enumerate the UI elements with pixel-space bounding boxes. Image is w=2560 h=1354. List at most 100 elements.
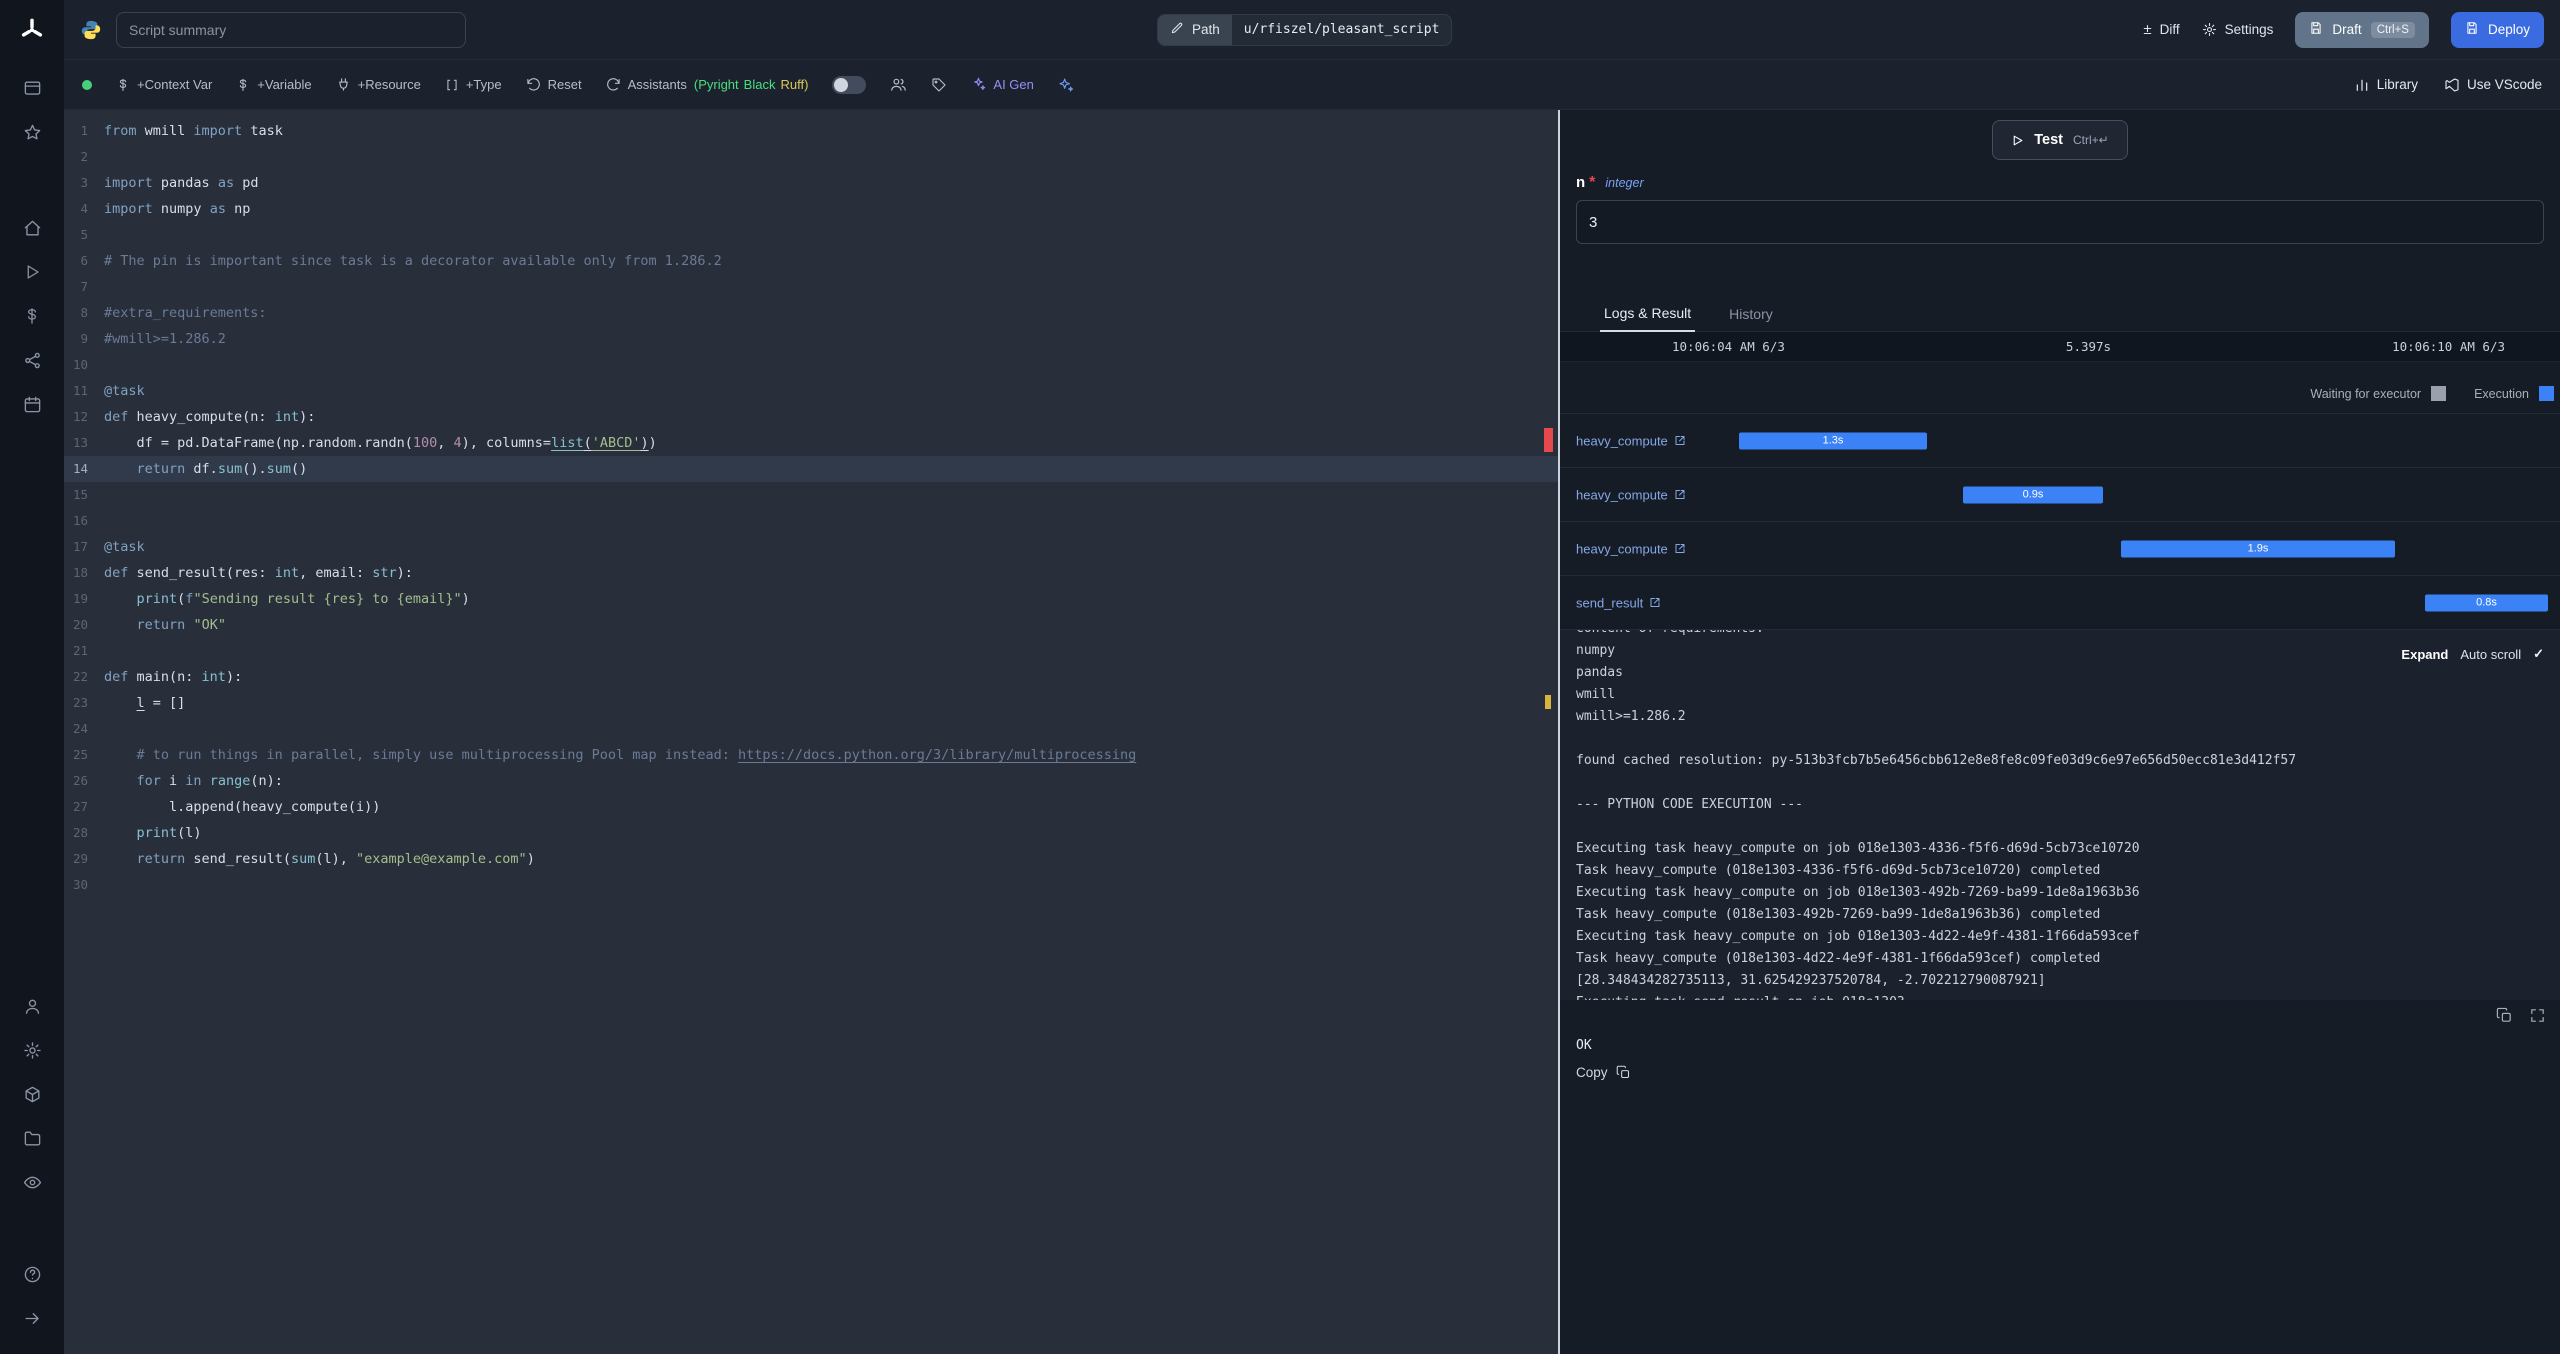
user-icon[interactable] [10, 984, 54, 1028]
code-editor[interactable]: 1 from wmill import task 2 3 import pandas a… [64, 110, 1558, 1354]
line-number: 29 [72, 851, 88, 866]
tab-history[interactable]: History [1725, 306, 1777, 331]
code-line[interactable]: 16 [64, 508, 1558, 534]
code-line[interactable]: 26 for i in range(n): [64, 768, 1558, 794]
code-line[interactable]: 4 import numpy as np [64, 196, 1558, 222]
settings-button[interactable]: Settings [2202, 22, 2273, 37]
task-link[interactable]: heavy_compute [1576, 541, 1686, 556]
code-line[interactable]: 18 def send_result(res: int, email: str): [64, 560, 1558, 586]
app: Path u/rfiszel/pleasant_script ± Diff Se… [0, 0, 2560, 1354]
status-dot [82, 79, 92, 90]
favorites-star-icon[interactable] [10, 110, 54, 154]
run-duration: 5.397s [2065, 339, 2112, 354]
code-line[interactable]: 6 # The pin is important since task is a … [64, 248, 1558, 274]
tab-logs-result[interactable]: Logs & Result [1600, 305, 1696, 332]
code-line[interactable]: 10 [64, 352, 1558, 378]
result-tabs: Logs & Result History [1560, 296, 2560, 332]
deploy-button[interactable]: Deploy [2450, 11, 2544, 48]
code-line[interactable]: 15 [64, 482, 1558, 508]
line-number: 8 [80, 305, 88, 320]
code-line[interactable]: 22 def main(n: int): [64, 664, 1558, 690]
library-button[interactable]: Library [2354, 77, 2418, 93]
home-icon[interactable] [10, 206, 54, 250]
assistants-button[interactable]: Assistants (Pyright Black Ruff) [606, 77, 808, 92]
sparkles-icon[interactable] [1058, 77, 1074, 93]
help-icon[interactable] [10, 1252, 54, 1296]
args-form: n * integer [1560, 160, 2560, 244]
code-line[interactable]: 13 df = pd.DataFrame(np.random.randn(100… [64, 430, 1558, 456]
rotate-ccw-icon [526, 78, 540, 91]
code-line[interactable]: 24 [64, 716, 1558, 742]
line-number: 17 [72, 539, 88, 554]
resources-hub-icon[interactable] [10, 338, 54, 382]
copy-button[interactable]: Copy [1576, 1065, 1631, 1080]
apps-icon[interactable] [10, 66, 54, 110]
collapse-arrow-icon[interactable] [10, 1296, 54, 1340]
task-link[interactable]: send_result [1576, 595, 1661, 610]
external-link-icon [1675, 544, 1685, 553]
code-line[interactable]: 30 [64, 872, 1558, 898]
script-summary-input[interactable] [116, 11, 466, 48]
code-line[interactable]: 14 return df.sum().sum() [64, 456, 1558, 482]
code-line[interactable]: 5 [64, 222, 1558, 248]
line-number: 9 [80, 331, 88, 346]
autoscroll-toggle[interactable]: Auto scroll [2460, 647, 2521, 662]
pencil-icon [1170, 21, 1184, 38]
runs-play-icon[interactable] [10, 250, 54, 294]
code-line[interactable]: 8 #extra_requirements: [64, 300, 1558, 326]
multiplayer-users-icon[interactable] [890, 76, 907, 93]
code-line[interactable]: 12 def heavy_compute(n: int): [64, 404, 1558, 430]
play-icon [2013, 135, 2023, 145]
code-line[interactable]: 9 #wmill>=1.286.2 [64, 326, 1558, 352]
ai-gen-button[interactable]: AI Gen [971, 77, 1034, 92]
code-line[interactable]: 1 from wmill import task [64, 118, 1558, 144]
code-line[interactable]: 19 print(f"Sending result {res} to {emai… [64, 586, 1558, 612]
test-button[interactable]: Test Ctrl+↵ [1992, 120, 2128, 160]
diff-button[interactable]: ± Diff [2143, 22, 2179, 37]
code-line[interactable]: 28 print(l) [64, 820, 1558, 846]
expand-logs-button[interactable]: Expand [2401, 647, 2448, 662]
arg-n-input[interactable] [1576, 200, 2544, 244]
add-variable-button[interactable]: +Variable [236, 77, 312, 92]
code-line[interactable]: 7 [64, 274, 1558, 300]
code-line[interactable]: 11 @task [64, 378, 1558, 404]
settings-gear-icon[interactable] [10, 1028, 54, 1072]
schedules-calendar-icon[interactable] [10, 382, 54, 426]
add-resource-button[interactable]: +Resource [336, 77, 421, 92]
execution-bar: 1.3s [1739, 432, 1927, 449]
code-line[interactable]: 21 [64, 638, 1558, 664]
task-link[interactable]: heavy_compute [1576, 487, 1686, 502]
line-number: 16 [72, 513, 88, 528]
run-end-time: 10:06:10 AM 6/3 [2392, 339, 2505, 354]
folders-icon[interactable] [10, 1116, 54, 1160]
code-line[interactable]: 17 @task [64, 534, 1558, 560]
audit-eye-icon[interactable] [10, 1160, 54, 1204]
add-context-var-button[interactable]: +Context Var [116, 77, 212, 92]
fullscreen-icon[interactable] [2529, 1007, 2546, 1024]
line-number: 22 [72, 669, 88, 684]
python-icon [80, 19, 102, 41]
task-link[interactable]: heavy_compute [1576, 433, 1686, 448]
code-line[interactable]: 20 return "OK" [64, 612, 1558, 638]
assistant-toggle[interactable] [832, 75, 867, 94]
add-type-button[interactable]: +Type [445, 77, 502, 92]
copy-result-icon[interactable] [2496, 1007, 2513, 1024]
reset-button[interactable]: Reset [526, 77, 582, 92]
variables-dollar-icon[interactable] [10, 294, 54, 338]
draft-button[interactable]: Draft Ctrl+S [2295, 11, 2429, 48]
legend-waiting-label: Waiting for executor [2310, 386, 2422, 401]
tag-icon[interactable] [931, 77, 947, 93]
workers-package-icon[interactable] [10, 1072, 54, 1116]
code-line[interactable]: 3 import pandas as pd [64, 170, 1558, 196]
code-line[interactable]: 29 return send_result(sum(l), "example@e… [64, 846, 1558, 872]
use-vscode-button[interactable]: Use VScode [2444, 77, 2542, 93]
error-marker [1544, 428, 1553, 452]
logs-viewer[interactable]: content of requirements: numpy pandas wm… [1560, 630, 2560, 1000]
code-line[interactable]: 27 l.append(heavy_compute(i)) [64, 794, 1558, 820]
path-control[interactable]: Path u/rfiszel/pleasant_script [1156, 13, 1453, 46]
code-line[interactable]: 25 # to run things in parallel, simply u… [64, 742, 1558, 768]
code-line[interactable]: 2 [64, 144, 1558, 170]
editor-toolbar: +Context Var +Variable +Resource +Type R… [64, 60, 2560, 110]
windmill-logo[interactable] [10, 8, 54, 52]
code-line[interactable]: 23 l = [] [64, 690, 1558, 716]
